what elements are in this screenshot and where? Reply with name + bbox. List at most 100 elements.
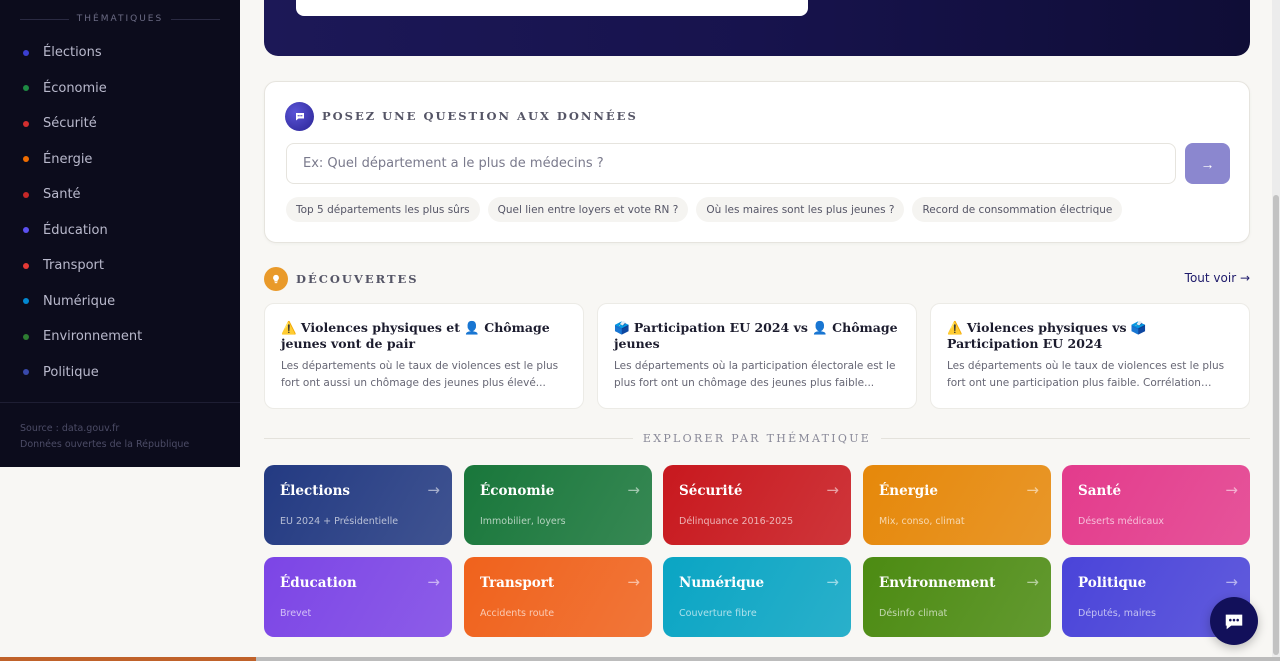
see-all-link[interactable]: Tout voir → xyxy=(1185,271,1250,285)
sidebar-item-label: Énergie xyxy=(43,151,93,167)
theme-tile-subtitle: Députés, maires xyxy=(1078,608,1156,619)
sidebar-item-label: Santé xyxy=(43,187,81,203)
theme-tile-subtitle: EU 2024 + Présidentielle xyxy=(280,516,399,527)
theme-dot-icon xyxy=(23,262,29,269)
sidebar-item-label: Transport xyxy=(43,258,105,274)
chat-button[interactable] xyxy=(1210,597,1258,645)
theme-tile-title: Environnement xyxy=(879,575,996,591)
theme-tile-subtitle: Délinquance 2016-2025 xyxy=(679,516,794,527)
theme-tile-title: Santé xyxy=(1078,483,1122,499)
lightbulb-icon xyxy=(264,267,288,291)
sidebar-item-label: Éducation xyxy=(43,222,108,238)
theme-tile-title: Numérique xyxy=(679,575,765,591)
theme-dot-icon xyxy=(23,191,29,198)
sidebar-heading-label: THÉMATIQUES xyxy=(76,14,164,24)
sidebar-item-label: Numérique xyxy=(43,293,116,309)
theme-tile-title: Économie xyxy=(480,483,555,499)
sidebar-item-label: Économie xyxy=(43,80,107,96)
theme-dot-icon xyxy=(23,227,29,234)
theme-tile[interactable]: Éducation Brevet → xyxy=(264,557,452,637)
progress-fill xyxy=(0,657,256,661)
submit-question-button[interactable]: → xyxy=(1185,143,1230,184)
theme-dot-icon xyxy=(23,156,29,163)
theme-tile[interactable]: Énergie Mix, conso, climat → xyxy=(863,465,1051,545)
question-input[interactable] xyxy=(286,143,1176,184)
arrow-right-icon: → xyxy=(427,573,440,591)
divider xyxy=(20,18,69,20)
theme-tile-subtitle: Déserts médicaux xyxy=(1078,516,1165,527)
discovery-card-title: ⚠️ Violences physiques et 👤 Chômage jeun… xyxy=(281,320,550,351)
sidebar-item[interactable]: Éducation xyxy=(0,213,240,249)
discovery-card[interactable]: ⚠️ Violences physiques et 👤 Chômage jeun… xyxy=(264,303,584,409)
theme-dot-icon xyxy=(23,120,29,127)
scrollbar[interactable] xyxy=(1272,0,1280,661)
theme-tile[interactable]: Transport Accidents route → xyxy=(464,557,652,637)
sidebar-item[interactable]: Numérique xyxy=(0,284,240,320)
arrow-right-icon: → xyxy=(826,573,839,591)
divider xyxy=(0,402,240,403)
sidebar-heading: THÉMATIQUES xyxy=(20,14,220,24)
arrow-right-icon: → xyxy=(1200,155,1215,172)
source-subtext: Données ouvertes de la République xyxy=(20,439,190,450)
sidebar-item[interactable]: Transport xyxy=(0,248,240,284)
theme-tile-title: Élections xyxy=(280,483,351,499)
theme-tile[interactable]: Santé Déserts médicaux → xyxy=(1062,465,1250,545)
theme-tile-title: Transport xyxy=(480,575,555,591)
theme-tile-title: Sécurité xyxy=(679,483,743,499)
theme-tile[interactable]: Environnement Désinfo climat → xyxy=(863,557,1051,637)
ask-panel-title: POSEZ UNE QUESTION AUX DONNÉES xyxy=(322,109,638,123)
theme-tile-subtitle: Immobilier, loyers xyxy=(480,516,566,527)
arrow-right-icon: → xyxy=(627,481,640,499)
sidebar-item[interactable]: Économie xyxy=(0,71,240,107)
arrow-right-icon: → xyxy=(1026,481,1039,499)
discovery-card-description: Les départements où la participation éle… xyxy=(614,360,896,389)
explore-heading: EXPLORER PAR THÉMATIQUE xyxy=(264,432,1251,445)
theme-tile[interactable]: Élections EU 2024 + Présidentielle → xyxy=(264,465,452,545)
sidebar-item[interactable]: Sécurité xyxy=(0,106,240,142)
sidebar-item[interactable]: Santé xyxy=(0,177,240,213)
sidebar-item-label: Politique xyxy=(43,364,99,380)
suggestion-chips: Top 5 départements les plus sûrs Quel lie… xyxy=(286,197,1123,222)
source-text: Source : data.gouv.fr xyxy=(20,423,120,434)
theme-tile[interactable]: Sécurité Délinquance 2016-2025 → xyxy=(663,465,851,545)
reading-progress-bar xyxy=(0,657,1280,661)
sidebar-footer: Source : data.gouv.fr Données ouvertes d… xyxy=(20,421,189,453)
sidebar-item[interactable]: Politique xyxy=(0,355,240,391)
discoveries-title: DÉCOUVERTES xyxy=(296,272,419,286)
suggestion-chip[interactable]: Où les maires sont les plus jeunes ? xyxy=(696,197,905,222)
arrow-right-icon: → xyxy=(1225,481,1238,499)
explore-title: EXPLORER PAR THÉMATIQUE xyxy=(642,432,872,445)
arrow-right-icon: → xyxy=(826,481,839,499)
theme-tile-title: Politique xyxy=(1078,575,1147,591)
discovery-card[interactable]: 🗳️ Participation EU 2024 vs 👤 Chômage je… xyxy=(597,303,917,409)
chat-bubble-icon xyxy=(285,102,314,131)
theme-tile[interactable]: Économie Immobilier, loyers → xyxy=(464,465,652,545)
sidebar-item-label: Sécurité xyxy=(43,116,97,132)
sidebar-item-label: Élections xyxy=(43,45,102,61)
sidebar-item[interactable]: Environnement xyxy=(0,319,240,355)
theme-tile-title: Énergie xyxy=(879,483,938,499)
theme-dot-icon xyxy=(23,85,29,92)
discovery-card-description: Les départements où le taux de violences… xyxy=(281,360,559,389)
hero-search-box[interactable] xyxy=(296,0,808,16)
theme-tile[interactable]: Numérique Couverture fibre → xyxy=(663,557,851,637)
theme-tile-subtitle: Couverture fibre xyxy=(679,608,757,619)
discovery-card-title: 🗳️ Participation EU 2024 vs 👤 Chômage je… xyxy=(614,320,898,351)
sidebar: THÉMATIQUES Élections Économie Sécurité Éne… xyxy=(0,0,240,467)
scrollbar-thumb[interactable] xyxy=(1273,195,1279,655)
suggestion-chip[interactable]: Quel lien entre loyers et vote RN ? xyxy=(487,197,689,222)
suggestion-chip[interactable]: Record de consommation électrique xyxy=(912,197,1123,222)
divider xyxy=(881,438,1251,439)
sidebar-item[interactable]: Énergie xyxy=(0,142,240,178)
suggestion-chip[interactable]: Top 5 départements les plus sûrs xyxy=(286,197,480,222)
theme-dot-icon xyxy=(23,49,29,56)
arrow-right-icon: → xyxy=(627,573,640,591)
theme-tile-subtitle: Désinfo climat xyxy=(879,608,948,619)
theme-tile-subtitle: Mix, conso, climat xyxy=(879,516,965,527)
theme-tile-subtitle: Accidents route xyxy=(480,608,555,619)
discovery-card[interactable]: ⚠️ Violences physiques vs 🗳️ Participati… xyxy=(930,303,1250,409)
discovery-card-title: ⚠️ Violences physiques vs 🗳️ Participati… xyxy=(947,320,1147,351)
sidebar-item[interactable]: Élections xyxy=(0,35,240,71)
theme-tile-title: Éducation xyxy=(280,575,357,591)
discovery-card-description: Les départements où le taux de violences… xyxy=(947,360,1225,389)
